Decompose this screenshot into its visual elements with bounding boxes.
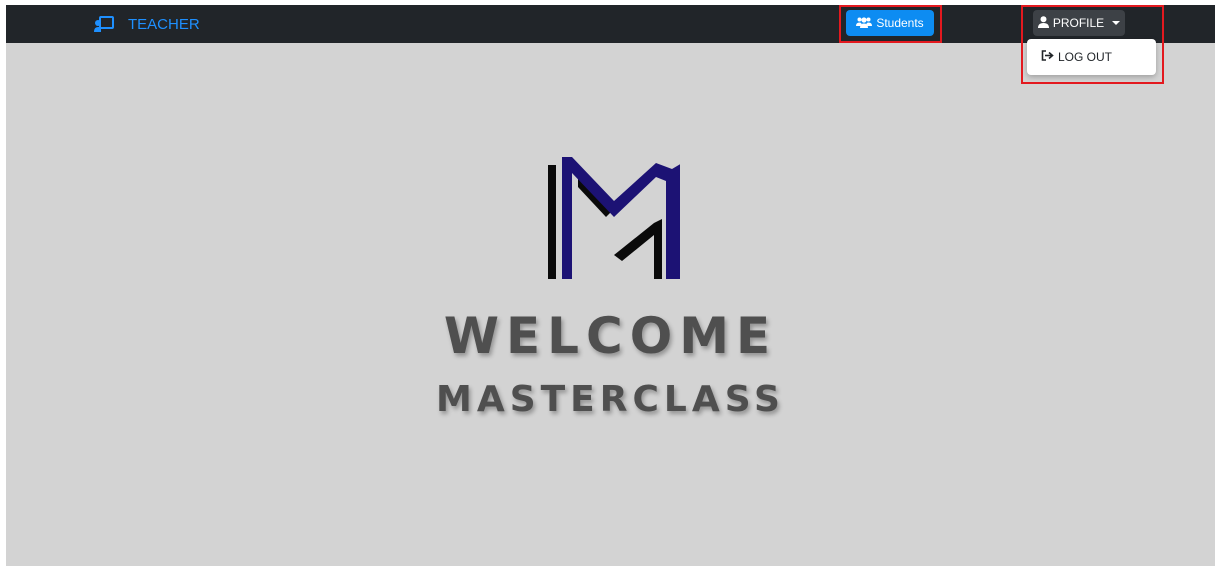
welcome-title: WELCOME bbox=[443, 307, 778, 365]
profile-dropdown-menu: LOG OUT bbox=[1027, 39, 1156, 75]
sign-out-icon bbox=[1041, 50, 1054, 64]
profile-dropdown-button[interactable]: PROFILE bbox=[1033, 10, 1125, 36]
students-label: Students bbox=[876, 16, 924, 30]
navbar: TEACHER Students PROFILE bbox=[6, 5, 1215, 43]
logout-menu-item[interactable]: LOG OUT bbox=[1041, 49, 1112, 65]
logout-label: LOG OUT bbox=[1058, 50, 1113, 64]
brand-link[interactable]: TEACHER bbox=[94, 13, 200, 35]
users-icon bbox=[856, 16, 873, 31]
profile-label: PROFILE bbox=[1052, 16, 1105, 30]
students-button[interactable]: Students bbox=[846, 10, 934, 36]
brand-label: TEACHER bbox=[128, 15, 200, 33]
caret-down-icon bbox=[1112, 21, 1121, 25]
user-icon bbox=[1037, 15, 1049, 31]
masterclass-m-logo bbox=[544, 157, 682, 281]
app-root: TEACHER Students PROFILE LOG OUT WELCOME… bbox=[6, 5, 1215, 566]
chalkboard-teacher-icon bbox=[94, 15, 114, 33]
masterclass-subtitle: MASTERCLASS bbox=[436, 379, 785, 420]
